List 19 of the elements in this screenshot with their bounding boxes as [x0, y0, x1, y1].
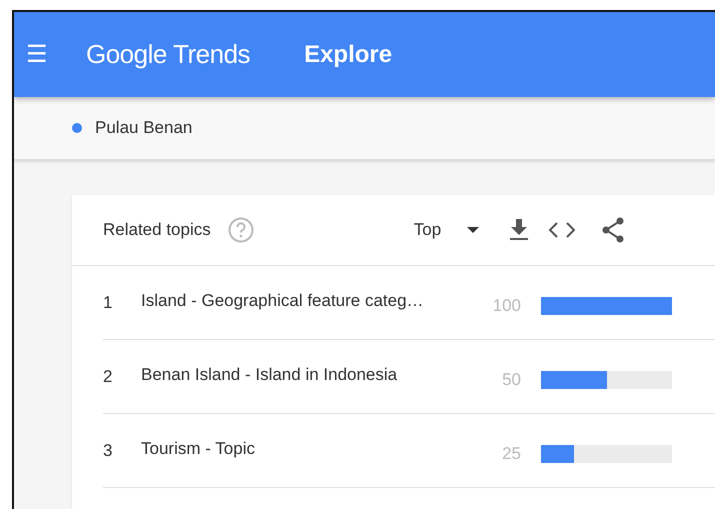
caret-icon[interactable] [467, 227, 480, 233]
code-icon[interactable] [549, 222, 576, 238]
page-title: Explore [304, 40, 392, 68]
interest-value: 50 [501, 370, 521, 390]
filter-dropdown[interactable]: Top [414, 220, 442, 240]
card-title: Related topics [103, 220, 211, 240]
rank-number: 1 [103, 292, 114, 312]
interest-value: 100 [492, 296, 521, 316]
rank-number: 2 [103, 366, 114, 386]
interest-value: 25 [501, 444, 521, 464]
download-icon[interactable] [510, 219, 528, 241]
topic-link[interactable]: Tourism - Topic [141, 438, 485, 458]
rank-number: 3 [103, 440, 114, 460]
share-icon[interactable] [601, 217, 626, 243]
search-term[interactable]: Pulau Benan [95, 118, 192, 138]
logo[interactable]: Google Trends [86, 39, 250, 70]
menu-button[interactable]: ☰ [24, 42, 50, 66]
topic-link[interactable]: Benan Island - Island in Indonesia [141, 364, 485, 384]
topic-link[interactable]: Island - Geographical feature categ… [141, 290, 485, 310]
